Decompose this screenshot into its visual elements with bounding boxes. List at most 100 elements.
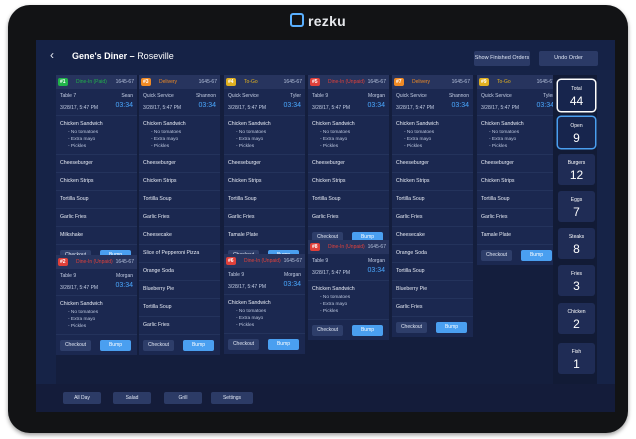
server-name: Morgan [368,93,385,99]
ticket-header: #7 Delivery 1645-67 [392,75,473,89]
list-item[interactable]: Chicken Sandwich - No tomatoes - Extra may… [224,294,305,333]
ticket-header: #4 To-Go 1645-67 [224,75,305,89]
list-item[interactable]: Chicken Sandwich - No tomatoes - Extra may… [56,295,137,334]
checkout-button[interactable]: Checkout [312,325,343,336]
list-item[interactable]: Chicken Sandwich - No tomatoes - Extra may… [308,115,389,154]
list-item[interactable]: Chicken Sandwich - No tomatoes - Extra may… [224,115,305,154]
list-item[interactable]: Garlic Fries [392,298,473,316]
list-item[interactable]: Chicken Strips [308,172,389,190]
list-item[interactable]: Tortilla Soup [392,190,473,208]
elapsed-timer: 03:34 [451,102,469,109]
filter-tile-open[interactable]: Open 9 [558,117,595,148]
filter-tile-total[interactable]: Total 44 [558,80,595,111]
list-item[interactable]: Garlic Fries [139,316,220,334]
modifier: - Extra mayo [489,137,517,142]
show-finished-orders-button[interactable]: Show Finished Orders [474,51,530,66]
order-ticket: #9 To-Go 1645-67 Quick Service Tyler 3/28/17,… [477,75,558,265]
list-item[interactable]: Chicken Strips [392,172,473,190]
order-type: Dine-In (Paid) [76,79,107,85]
checkout-button[interactable]: Checkout [396,322,427,333]
list-item[interactable]: Tortilla Soup [224,190,305,208]
filter-tile-fish[interactable]: Fish 1 [558,343,595,374]
table-label: Table 9 [312,93,329,99]
list-item[interactable]: Cheesecake [392,226,473,244]
list-item[interactable]: Orange Soda [392,244,473,262]
list-item[interactable]: Tortilla Soup [477,190,558,208]
station-salad-button[interactable]: Salad [113,392,151,404]
modifier: - Pickles [320,309,339,314]
order-time: 3/28/17, 5:47 PM [312,270,351,276]
list-item[interactable]: Chicken Sandwich - No tomatoes - Extra may… [56,115,137,154]
list-item[interactable]: Chicken Strips [477,172,558,190]
list-item[interactable]: Garlic Fries [477,208,558,226]
list-item[interactable]: Chicken Sandwich - No tomatoes - Extra may… [477,115,558,154]
filter-tile-burgers[interactable]: Burgers 12 [558,154,595,185]
list-item[interactable]: Slice of Pepperoni Pizza [139,244,220,262]
filter-label: Open [570,123,583,129]
list-item[interactable]: Garlic Fries [56,208,137,226]
list-item[interactable]: Tortilla Soup [139,298,220,316]
server-name: Shannon [448,93,469,99]
list-item[interactable]: Tamale Plate [224,226,305,244]
list-item[interactable]: Tortilla Soup [308,190,389,208]
modifier: - Extra mayo [236,316,264,321]
list-item[interactable]: Blueberry Pie [392,280,473,298]
ticket-header: #1 Dine-In (Paid) 1645-67 [56,75,137,89]
list-item[interactable]: Chicken Strips [224,172,305,190]
order-time: 3/28/17, 5:47 PM [60,105,99,111]
order-time: 3/28/17, 5:47 PM [481,105,520,111]
list-item[interactable]: Orange Soda [139,262,220,280]
item-modifiers: - No tomatoes - Extra mayo - Pickles [489,129,519,150]
list-item[interactable]: Cheeseburger [308,154,389,172]
list-item[interactable]: Chicken Sandwich - No tomatoes - Extra may… [308,280,389,319]
bump-button[interactable]: Bump [183,340,214,351]
station-grill-button[interactable]: Grill [164,392,202,404]
checkout-button[interactable]: Checkout [60,340,91,351]
list-item[interactable]: Tortilla Soup [139,190,220,208]
bump-button[interactable]: Bump [100,340,131,351]
list-item[interactable]: Garlic Fries [308,208,389,226]
back-chevron-icon[interactable]: ‹ [50,48,54,62]
list-item[interactable]: Blueberry Pie [139,280,220,298]
undo-order-button[interactable]: Undo Order [539,51,598,66]
list-item[interactable]: Tortilla Soup [392,262,473,280]
bump-button[interactable]: Bump [268,339,299,350]
filter-count: 44 [569,94,584,108]
filter-tile-fries[interactable]: Fries 3 [558,265,595,296]
station-all-day-button[interactable]: All Day [63,392,101,404]
list-item[interactable]: Chicken Strips [56,172,137,190]
server-name: Sean [121,93,133,99]
list-item[interactable]: Cheeseburger [139,154,220,172]
settings-button[interactable]: Settings [211,392,253,404]
list-item[interactable]: Garlic Fries [392,208,473,226]
list-item[interactable]: Cheeseburger [56,154,137,172]
list-item[interactable]: Cheeseburger [224,154,305,172]
list-item[interactable]: Garlic Fries [224,208,305,226]
list-item[interactable]: Milkshake [56,226,137,244]
checkout-button[interactable]: Checkout [228,339,259,350]
checkout-button[interactable]: Checkout [143,340,174,351]
list-item[interactable]: Chicken Sandwich - No tomatoes - Extra may… [392,115,473,154]
order-type: Delivery [412,79,431,85]
filter-tile-chicken[interactable]: Chicken 2 [558,303,595,334]
item-modifiers: - No tomatoes - Extra mayo - Pickles [68,309,98,330]
filter-tile-eggs[interactable]: Eggs 7 [558,191,595,222]
list-item[interactable]: Chicken Sandwich - No tomatoes - Extra may… [139,115,220,154]
bump-button[interactable]: Bump [436,322,467,333]
list-item[interactable]: Chicken Strips [139,172,220,190]
server-name: Morgan [284,272,301,278]
bump-button[interactable]: Bump [352,325,383,336]
checkout-button[interactable]: Checkout [481,250,512,261]
bump-button[interactable]: Bump [521,250,552,261]
item-modifiers: - No tomatoes - Extra mayo - Pickles [68,129,98,150]
filter-label: Steaks [568,234,585,240]
filter-tile-steaks[interactable]: Steaks 8 [558,228,595,259]
server-name: Morgan [116,273,133,279]
list-item[interactable]: Cheeseburger [477,154,558,172]
list-item[interactable]: Tortilla Soup [56,190,137,208]
list-item[interactable]: Cheesecake [139,226,220,244]
list-item[interactable]: Cheeseburger [392,154,473,172]
list-item[interactable]: Garlic Fries [139,208,220,226]
list-item[interactable]: Tamale Plate [477,226,558,244]
ticket-actions: Checkout Bump [139,334,220,355]
